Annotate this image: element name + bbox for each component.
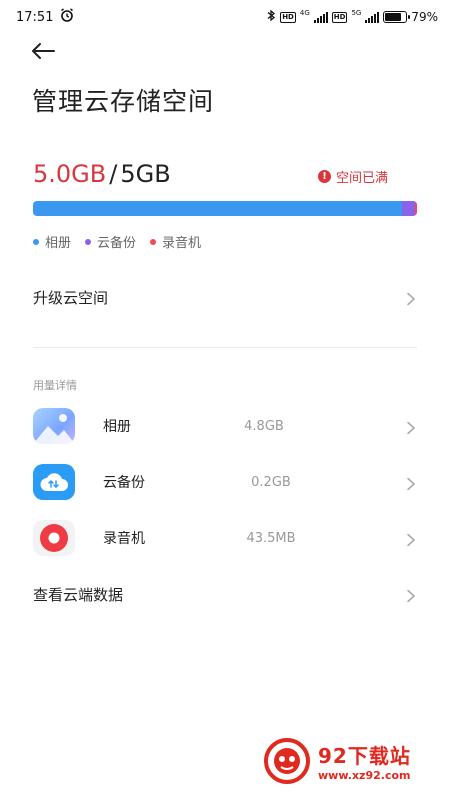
signal-icon-2 xyxy=(365,11,380,23)
status-time: 17:51 xyxy=(16,9,54,25)
watermark-logo-icon xyxy=(262,736,312,786)
alarm-icon xyxy=(59,7,75,27)
chevron-right-icon xyxy=(405,588,417,603)
legend-item: 云备份 xyxy=(85,232,136,251)
hd-badge-1: HD xyxy=(280,11,296,23)
status-bar: 17:51 HD 4G HD 5G 79% xyxy=(0,0,450,34)
usage-item-name: 云备份 xyxy=(103,475,145,491)
usage-details-label: 用量详情 xyxy=(33,379,77,392)
hd-badge-2: HD xyxy=(331,11,348,23)
view-cloud-data-button[interactable]: 查看云端数据 xyxy=(33,574,417,614)
recorder-icon xyxy=(33,520,75,556)
chevron-right-icon xyxy=(405,532,417,547)
storage-total: 5GB xyxy=(120,160,171,188)
legend-label: 录音机 xyxy=(162,236,202,251)
upgrade-cloud-button[interactable]: 升级云空间 xyxy=(33,277,417,317)
usage-item-name: 相册 xyxy=(103,419,131,435)
battery-fill xyxy=(385,13,402,21)
chevron-right-icon xyxy=(405,476,417,491)
storage-full-badge: ! 空间已满 xyxy=(317,167,388,186)
legend-label: 相册 xyxy=(45,236,72,251)
storage-bar-segment xyxy=(401,201,416,216)
upgrade-cloud-label: 升级云空间 xyxy=(33,288,109,307)
storage-separator: / xyxy=(109,160,118,188)
watermark-title: 92下载站 xyxy=(318,744,411,768)
status-left: 17:51 xyxy=(16,7,75,27)
page-title: 管理云存储空间 xyxy=(32,87,215,116)
battery-icon xyxy=(383,11,411,23)
usage-item-gallery[interactable]: 相册 4.8GB xyxy=(33,405,417,447)
watermark-text: 92下载站 www.xz92.com xyxy=(318,740,411,782)
watermark-url: www.xz92.com xyxy=(318,769,411,782)
usage-item-recorder[interactable]: 录音机 43.5MB xyxy=(33,517,417,559)
usage-item-cloud-backup[interactable]: 云备份 0.2GB xyxy=(33,461,417,503)
watermark: 92下载站 www.xz92.com xyxy=(262,736,411,786)
legend-dot-icon xyxy=(33,238,39,245)
storage-legend: 相册 云备份 录音机 xyxy=(33,232,201,251)
legend-item: 相册 xyxy=(33,232,71,251)
usage-item-size: 0.2GB xyxy=(251,474,291,490)
bluetooth-icon xyxy=(267,9,276,25)
legend-dot-icon xyxy=(85,238,92,245)
storage-bar-segment xyxy=(33,201,402,216)
gallery-icon xyxy=(33,408,75,444)
back-arrow-icon xyxy=(30,42,56,64)
signal-icon xyxy=(313,11,328,23)
back-button[interactable] xyxy=(30,40,62,66)
storage-progress-bar xyxy=(33,201,417,216)
usage-item-size: 4.8GB xyxy=(244,418,284,434)
legend-dot-icon xyxy=(150,238,157,245)
network-type-2: 5G xyxy=(351,8,362,17)
storage-usage: 5.0GB/5GB xyxy=(33,160,171,188)
storage-full-label: 空间已满 xyxy=(335,171,388,186)
chevron-right-icon xyxy=(405,420,417,435)
battery-text: 79% xyxy=(411,10,438,24)
storage-bar-segment xyxy=(415,201,417,216)
view-cloud-data-label: 查看云端数据 xyxy=(33,585,124,604)
storage-used: 5.0GB xyxy=(33,160,107,188)
legend-item: 录音机 xyxy=(150,232,201,251)
usage-item-size: 43.5MB xyxy=(246,530,296,546)
legend-label: 云备份 xyxy=(97,236,137,251)
usage-item-name: 录音机 xyxy=(103,531,145,547)
divider xyxy=(33,347,417,348)
chevron-right-icon xyxy=(405,291,417,306)
cloud-backup-icon xyxy=(33,464,75,500)
network-type-1: 4G xyxy=(299,8,310,17)
status-right: HD 4G HD 5G 79% xyxy=(267,9,438,25)
alert-icon: ! xyxy=(317,170,331,183)
